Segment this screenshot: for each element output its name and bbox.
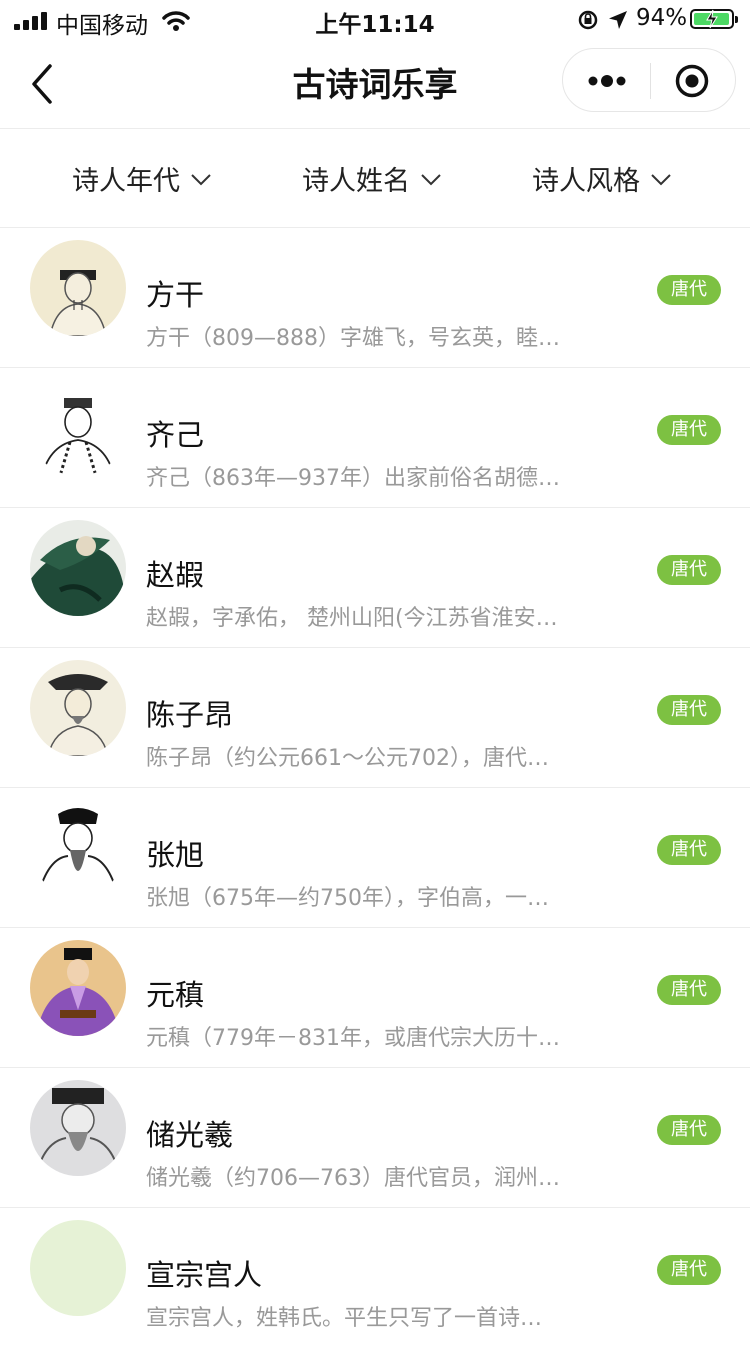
era-badge: 唐代 [657,975,721,1005]
poet-avatar [30,940,126,1036]
status-bar: 中国移动 上午11:14 94% [0,0,750,40]
filter-name[interactable]: 诗人姓名 [302,159,442,198]
poet-list-item[interactable]: 储光羲 储光羲（约706—763）唐代官员，润州… 唐代 [0,1068,750,1208]
poet-desc: 储光羲（约706—763）唐代官员，润州… [146,1166,560,1191]
poet-desc: 陈子昂（约公元661～公元702），唐代… [146,746,549,771]
close-target-icon[interactable] [675,64,709,98]
poet-name: 陈子昂 [146,698,234,732]
poet-avatar [30,240,126,336]
filter-label: 诗人风格 [532,166,640,197]
poet-name: 元稹 [146,978,205,1012]
poet-list-item[interactable]: 元稹 元稹（779年－831年，或唐代宗大历十… 唐代 [0,928,750,1068]
era-badge: 唐代 [657,1255,721,1285]
poet-list-item[interactable]: 陈子昂 陈子昂（约公元661～公元702），唐代… 唐代 [0,648,750,788]
poet-name: 齐己 [146,418,205,452]
location-icon [609,11,627,29]
poet-name: 宣宗宫人 [146,1258,263,1292]
chevron-down-icon [191,174,211,186]
era-badge: 唐代 [657,835,721,865]
poet-desc: 张旭（675年—约750年），字伯高，一… [146,886,549,911]
poet-name: 方干 [146,278,205,312]
poet-desc: 宣宗宫人，姓韩氏。平生只写了一首诗… [146,1306,543,1331]
era-badge: 唐代 [657,1115,721,1145]
capsule-divider [650,63,651,99]
poet-list-item[interactable]: 张旭 张旭（675年—约750年），字伯高，一… 唐代 [0,788,750,928]
era-badge: 唐代 [657,555,721,585]
chevron-down-icon [421,174,441,186]
poet-avatar [30,800,126,896]
poet-desc: 方干（809—888）字雄飞，号玄英，睦… [146,326,560,351]
filter-bar: 诗人年代 诗人姓名 诗人风格 [0,129,750,227]
filter-label: 诗人年代 [72,166,180,197]
era-badge: 唐代 [657,695,721,725]
more-icon[interactable] [587,73,627,89]
nav-bar: 古诗词乐享 [0,40,750,128]
poet-desc: 赵嘏，字承佑， 楚州山阳(今江苏省淮安… [146,606,558,631]
battery-percent: 94% [636,5,688,31]
poet-avatar [30,380,126,476]
poet-name: 赵嘏 [146,558,205,592]
chevron-down-icon [651,174,671,186]
battery-icon [690,9,738,29]
poet-list-item[interactable]: 齐己 齐己（863年—937年）出家前俗名胡德… 唐代 [0,368,750,508]
filter-label: 诗人姓名 [302,166,410,197]
filter-era[interactable]: 诗人年代 [72,159,212,198]
rotation-lock-icon [578,10,598,30]
era-badge: 唐代 [657,415,721,445]
poet-avatar [30,660,126,756]
poet-name: 张旭 [146,838,205,872]
poet-avatar [30,520,126,616]
poet-list-item[interactable]: 宣宗宫人 宣宗宫人，姓韩氏。平生只写了一首诗… 唐代 [0,1208,750,1348]
poet-desc: 元稹（779年－831年，或唐代宗大历十… [146,1026,560,1051]
poet-desc: 齐己（863年—937年）出家前俗名胡德… [146,466,560,491]
poet-name: 储光羲 [146,1118,234,1152]
poet-list: 方干 方干（809—888）字雄飞，号玄英，睦… 唐代 齐己 齐己（863年—9… [0,228,750,1348]
mini-program-capsule [562,48,736,112]
poet-list-item[interactable]: 赵嘏 赵嘏，字承佑， 楚州山阳(今江苏省淮安… 唐代 [0,508,750,648]
filter-style[interactable]: 诗人风格 [532,159,672,198]
poet-avatar [30,1080,126,1176]
poet-list-item[interactable]: 方干 方干（809—888）字雄飞，号玄英，睦… 唐代 [0,228,750,368]
era-badge: 唐代 [657,275,721,305]
poet-avatar [30,1220,126,1316]
